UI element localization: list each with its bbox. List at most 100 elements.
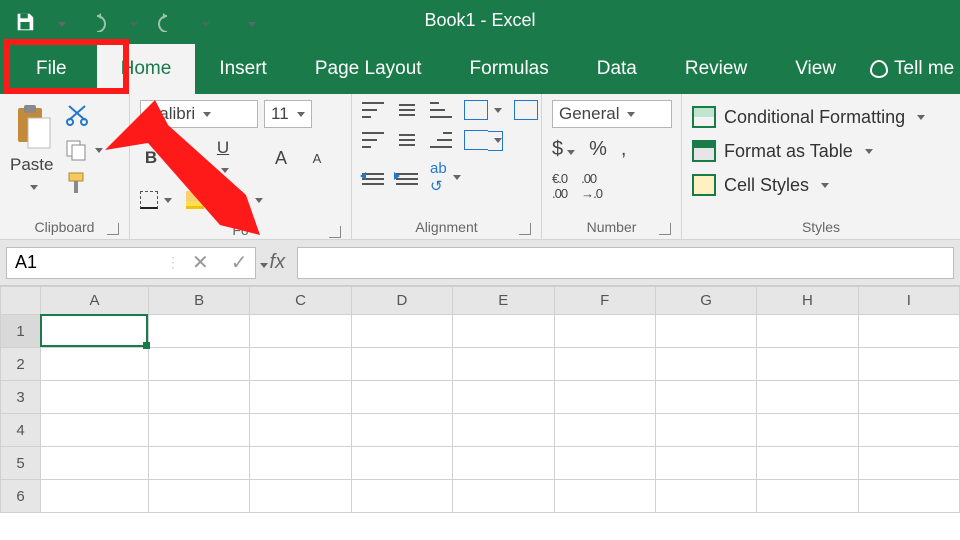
underline-button[interactable]: U [212, 138, 234, 178]
row-header[interactable]: 3 [1, 381, 41, 414]
cell[interactable] [250, 414, 351, 447]
decrease-indent-button[interactable] [362, 170, 384, 186]
cell[interactable] [250, 447, 351, 480]
comma-format-button[interactable]: , [621, 138, 627, 161]
column-header[interactable]: D [351, 287, 452, 315]
cell[interactable] [453, 414, 554, 447]
decrease-font-button[interactable]: A [306, 151, 328, 166]
worksheet-grid[interactable]: A B C D E F G H I 123456 [0, 286, 960, 513]
cell[interactable] [41, 381, 149, 414]
clipboard-dialog-launcher[interactable] [107, 223, 119, 235]
cell[interactable] [351, 414, 452, 447]
tell-me-search[interactable]: Tell me [860, 58, 954, 80]
cell[interactable] [554, 480, 655, 513]
column-header[interactable]: I [858, 287, 959, 315]
align-top-button[interactable] [362, 102, 384, 118]
cell[interactable] [250, 480, 351, 513]
tab-review[interactable]: Review [661, 44, 771, 94]
increase-decimal-button[interactable]: €.0.00 [552, 171, 567, 201]
cell[interactable] [757, 348, 858, 381]
cell[interactable] [858, 348, 959, 381]
cell[interactable] [554, 381, 655, 414]
cell[interactable] [149, 348, 250, 381]
cell[interactable] [453, 480, 554, 513]
font-size-combo[interactable]: 11 [264, 100, 312, 128]
save-icon[interactable] [14, 11, 36, 33]
wrap-text-button[interactable] [514, 100, 538, 120]
cell[interactable] [757, 480, 858, 513]
align-center-button[interactable] [396, 132, 418, 148]
qat-customize-dropdown[interactable] [54, 14, 66, 30]
cell[interactable] [453, 315, 554, 348]
format-painter-icon[interactable] [65, 171, 103, 198]
column-header[interactable]: G [655, 287, 756, 315]
cell[interactable] [655, 480, 756, 513]
cell[interactable] [149, 447, 250, 480]
name-box[interactable] [6, 247, 154, 279]
column-header[interactable]: C [250, 287, 351, 315]
qat-more-dropdown[interactable] [244, 14, 256, 30]
cell[interactable] [858, 414, 959, 447]
tab-view[interactable]: View [771, 44, 860, 94]
cell[interactable] [655, 447, 756, 480]
redo-dropdown[interactable] [198, 14, 210, 30]
insert-function-button[interactable]: fx [270, 251, 286, 274]
cell[interactable] [858, 381, 959, 414]
cell[interactable] [453, 447, 554, 480]
column-header[interactable]: H [757, 287, 858, 315]
tab-data[interactable]: Data [573, 44, 661, 94]
undo-icon[interactable] [84, 12, 108, 32]
cell[interactable] [149, 315, 250, 348]
number-format-combo[interactable]: General [552, 100, 672, 128]
cell[interactable] [41, 480, 149, 513]
cell[interactable] [149, 414, 250, 447]
merge-center-button[interactable] [464, 130, 502, 150]
tab-page-layout[interactable]: Page Layout [291, 44, 446, 94]
orientation-button[interactable] [464, 100, 502, 120]
number-dialog-launcher[interactable] [659, 223, 671, 235]
bold-button[interactable]: B [140, 148, 162, 168]
paste-icon[interactable] [12, 104, 52, 153]
tab-insert[interactable]: Insert [195, 44, 291, 94]
cell[interactable] [655, 414, 756, 447]
cell[interactable] [858, 480, 959, 513]
row-header[interactable]: 1 [1, 315, 41, 348]
align-middle-button[interactable] [396, 102, 418, 118]
cell[interactable] [554, 414, 655, 447]
cell[interactable] [41, 315, 149, 348]
redo-icon[interactable] [156, 12, 180, 32]
font-dialog-launcher[interactable] [329, 226, 341, 238]
cell[interactable] [41, 447, 149, 480]
undo-dropdown[interactable] [126, 14, 138, 30]
enter-formula-button[interactable]: ✓ [231, 250, 248, 275]
cell[interactable] [655, 348, 756, 381]
borders-button[interactable] [140, 191, 172, 209]
cell[interactable] [250, 381, 351, 414]
cell[interactable] [250, 348, 351, 381]
orientation-ab-button[interactable]: ab↺ [430, 160, 461, 195]
cut-icon[interactable] [65, 104, 103, 129]
align-bottom-button[interactable] [430, 102, 452, 118]
increase-font-button[interactable]: A [270, 148, 292, 169]
copy-icon[interactable] [65, 139, 103, 161]
cell[interactable] [149, 381, 250, 414]
cell[interactable] [554, 315, 655, 348]
cell[interactable] [757, 315, 858, 348]
cell[interactable] [41, 414, 149, 447]
cell[interactable] [757, 381, 858, 414]
alignment-dialog-launcher[interactable] [519, 223, 531, 235]
align-right-button[interactable] [430, 132, 452, 148]
cell[interactable] [554, 447, 655, 480]
column-header[interactable]: F [554, 287, 655, 315]
column-header[interactable]: E [453, 287, 554, 315]
font-name-combo[interactable]: Calibri [140, 100, 258, 128]
formula-input[interactable] [297, 247, 954, 279]
cell[interactable] [351, 480, 452, 513]
cell[interactable] [453, 348, 554, 381]
conditional-formatting-button[interactable]: Conditional Formatting [692, 106, 925, 128]
decrease-decimal-button[interactable]: .00→.0 [581, 171, 602, 201]
font-color-button[interactable]: A [232, 188, 263, 212]
cell[interactable] [858, 447, 959, 480]
tab-file[interactable]: File [6, 44, 97, 94]
cell[interactable] [757, 447, 858, 480]
